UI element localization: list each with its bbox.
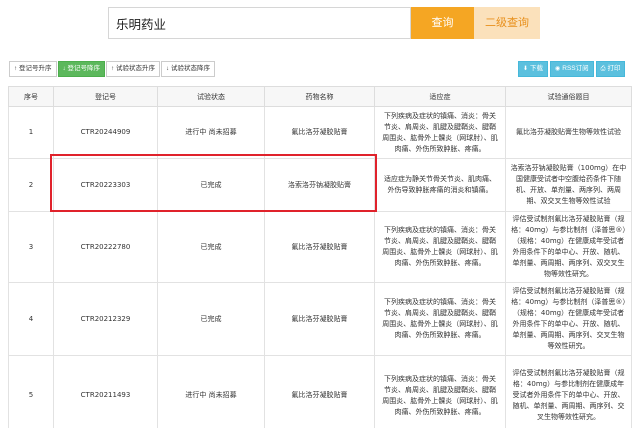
print-button[interactable]: ⎙ 打印 <box>595 61 626 77</box>
cell-indication: 下列疾病及症状的镇痛、消炎：骨关节炎、肩周炎、肌腱及腱鞘炎、腱鞘周围炎、肱骨外上… <box>374 355 506 428</box>
tool-button-label: 打印 <box>607 65 621 72</box>
tool-button-label: 下载 <box>530 65 544 72</box>
cell-drug: 洛索洛芬钠凝胶贴膏 <box>264 158 375 212</box>
cell-drug: 氟比洛芬凝胶贴膏 <box>264 211 375 283</box>
sort-status-desc-button[interactable]: ↓ 试验状态降序 <box>161 61 215 77</box>
cell-title[interactable]: 评估受试制剂氟比洛芬凝胶贴膏（规格：40mg）与参比制剂（泽普思®）（规格：40… <box>505 282 632 356</box>
cell-drug: 氟比洛芬凝胶贴膏 <box>264 106 375 159</box>
cell-no: 5 <box>8 355 54 428</box>
cell-title[interactable]: 洛索洛芬钠凝胶贴膏（100mg）在中国健康受试者中空腹给药条件下随机、开放、单剂… <box>505 158 632 212</box>
cell-drug: 氟比洛芬凝胶贴膏 <box>264 282 375 356</box>
search-button[interactable]: 查询 <box>411 7 474 39</box>
cell-reg[interactable]: CTR20223303 <box>53 158 158 212</box>
cell-no: 2 <box>8 158 54 212</box>
arrow-down-icon: ↓ <box>166 66 169 72</box>
table-row[interactable]: 4 CTR20212329 已完成 氟比洛芬凝胶贴膏 下列疾病及症状的镇痛、消炎… <box>8 282 632 356</box>
cell-status: 已完成 <box>157 211 265 283</box>
arrow-down-icon: ↓ <box>62 66 66 72</box>
sort-toolbar: ↑ 登记号升序 ↓ 登记号降序 ↑ 试验状态升序 ↓ 试验状态降序 <box>9 61 215 77</box>
sort-reg-asc-button[interactable]: ↑ 登记号升序 <box>9 61 57 77</box>
cell-no: 4 <box>8 282 54 356</box>
trials-table: 序号 登记号 试验状态 药物名称 适应症 试验通俗题目 1 CTR2024490… <box>8 86 632 428</box>
tool-button-label: RSS订阅 <box>562 65 589 72</box>
table-row[interactable]: 1 CTR20244909 进行中 尚未招募 氟比洛芬凝胶贴膏 下列疾病及症状的… <box>8 106 632 159</box>
col-header-indication: 适应症 <box>374 86 506 107</box>
table-row[interactable]: 5 CTR20211493 进行中 尚未招募 氟比洛芬凝胶贴膏 下列疾病及症状的… <box>8 355 632 428</box>
cell-no: 3 <box>8 211 54 283</box>
arrow-up-icon: ↑ <box>14 66 17 72</box>
col-header-reg: 登记号 <box>53 86 158 107</box>
cell-status: 进行中 尚未招募 <box>157 355 265 428</box>
rss-button[interactable]: ◉ RSS订阅 <box>550 61 594 77</box>
table-row[interactable]: 2 CTR20223303 已完成 洛索洛芬钠凝胶贴膏 适应症为静关节骨关节炎、… <box>8 158 632 212</box>
col-header-title: 试验通俗题目 <box>505 86 632 107</box>
cell-drug: 氟比洛芬凝胶贴膏 <box>264 355 375 428</box>
sort-button-label: 登记号升序 <box>19 65 52 72</box>
cell-no: 1 <box>8 106 54 159</box>
search-bar: 查询 二级查询 <box>108 7 540 39</box>
cell-title[interactable]: 评估受试制剂氟比洛芬凝胶贴膏（规格：40mg）与参比制剂在健康成年受试者外用条件… <box>505 355 632 428</box>
cell-status: 已完成 <box>157 282 265 356</box>
second-search-button[interactable]: 二级查询 <box>474 7 540 39</box>
download-button[interactable]: ⬇ 下载 <box>518 61 549 77</box>
cell-indication: 下列疾病及症状的镇痛、消炎：骨关节炎、肩周炎、肌腱及腱鞘炎、腱鞘周围炎、肱骨外上… <box>374 211 506 283</box>
col-header-status: 试验状态 <box>157 86 265 107</box>
table-row[interactable]: 3 CTR20222780 已完成 氟比洛芬凝胶贴膏 下列疾病及症状的镇痛、消炎… <box>8 211 632 283</box>
sort-status-asc-button[interactable]: ↑ 试验状态升序 <box>106 61 160 77</box>
tool-toolbar: ⬇ 下载 ◉ RSS订阅 ⎙ 打印 <box>518 61 626 77</box>
download-icon: ⬇ <box>523 66 529 72</box>
col-header-drug: 药物名称 <box>264 86 375 107</box>
arrow-up-icon: ↑ <box>111 66 114 72</box>
col-header-no: 序号 <box>8 86 54 107</box>
sort-button-label: 试验状态升序 <box>116 65 155 72</box>
rss-icon: ◉ <box>555 66 561 72</box>
cell-indication: 下列疾病及症状的镇痛、消炎：骨关节炎、肩周炎、肌腱及腱鞘炎、腱鞘周围炎、肱骨外上… <box>374 106 506 159</box>
print-icon: ⎙ <box>600 66 606 72</box>
search-input[interactable] <box>108 7 411 39</box>
cell-title[interactable]: 氟比洛芬凝胶贴膏生物等效性试验 <box>505 106 632 159</box>
cell-reg[interactable]: CTR20211493 <box>53 355 158 428</box>
cell-reg[interactable]: CTR20222780 <box>53 211 158 283</box>
sort-button-label: 试验状态降序 <box>171 65 210 72</box>
cell-indication: 适应症为静关节骨关节炎、肌肉痛、外伤导致肿胀疼痛的消炎和镇痛。 <box>374 158 506 212</box>
cell-status: 进行中 尚未招募 <box>157 106 265 159</box>
cell-title[interactable]: 评估受试制剂氟比洛芬凝胶贴膏（规格：40mg）与参比制剂（泽普思®）（规格：40… <box>505 211 632 283</box>
cell-status: 已完成 <box>157 158 265 212</box>
sort-reg-desc-button[interactable]: ↓ 登记号降序 <box>57 61 105 77</box>
sort-button-label: 登记号降序 <box>67 65 101 72</box>
table-header-row: 序号 登记号 试验状态 药物名称 适应症 试验通俗题目 <box>8 86 632 107</box>
cell-reg[interactable]: CTR20212329 <box>53 282 158 356</box>
cell-indication: 下列疾病及症状的镇痛、消炎：骨关节炎、肩周炎、肌腱及腱鞘炎、腱鞘周围炎、肱骨外上… <box>374 282 506 356</box>
cell-reg[interactable]: CTR20244909 <box>53 106 158 159</box>
